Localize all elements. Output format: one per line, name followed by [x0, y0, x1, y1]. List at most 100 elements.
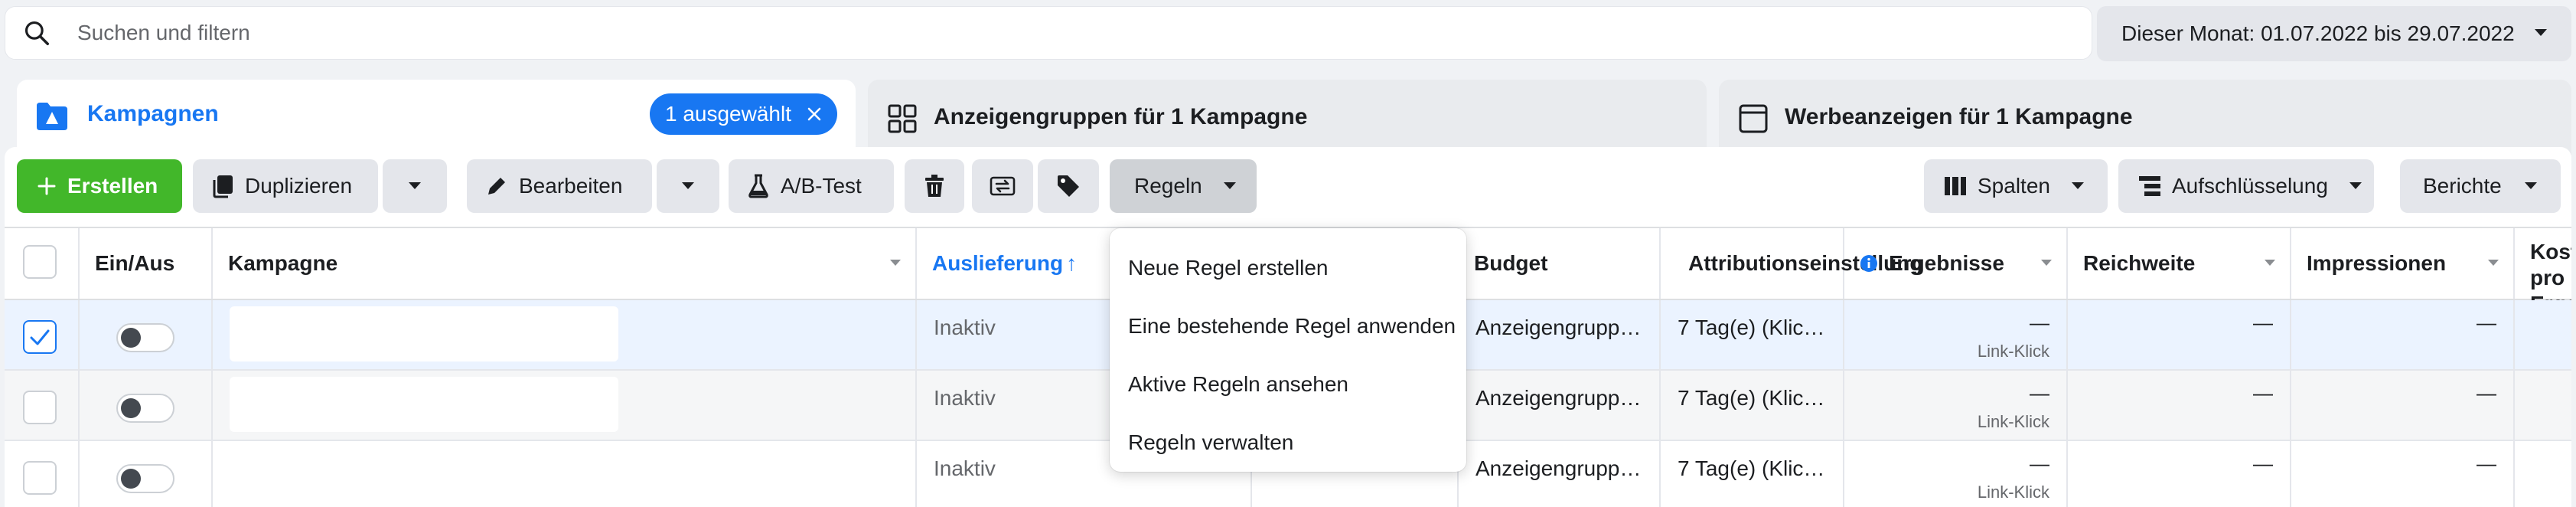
pencil-icon	[485, 175, 508, 198]
duplicate-label: Duplizieren	[245, 174, 353, 198]
edit-button[interactable]: Bearbeiten	[467, 159, 652, 213]
close-icon[interactable]	[805, 105, 823, 123]
breakdown-button[interactable]: Aufschlüsselung	[2118, 159, 2374, 213]
toggle-knob	[121, 398, 141, 418]
campaign-name[interactable]	[230, 377, 618, 432]
chevron-down-icon	[2348, 181, 2363, 191]
header-reach[interactable]: Reichweite	[2068, 228, 2291, 299]
search-input[interactable]	[77, 21, 1991, 45]
tab-campaigns[interactable]: Kampagnen 1 ausgewählt	[17, 80, 856, 155]
header-budget-label: Budget	[1474, 251, 1548, 275]
menu-item-manage-rules[interactable]: Regeln verwalten	[1110, 414, 1466, 472]
row-checkbox[interactable]	[23, 391, 57, 424]
search-bar[interactable]	[5, 6, 2092, 60]
row-impressions-cell: —	[2291, 441, 2515, 507]
row-campaign-cell[interactable]	[213, 371, 917, 440]
tag-icon	[1056, 174, 1081, 198]
row-budget: Anzeigengrupp…	[1459, 441, 1661, 507]
row-results-cell: — Link-Klick	[1844, 371, 2068, 440]
columns-icon	[1944, 176, 1967, 196]
header-impressions-label: Impressionen	[2307, 251, 2447, 275]
chevron-down-icon	[1222, 181, 1237, 191]
ab-test-button[interactable]: A/B-Test	[729, 159, 894, 213]
toggle-knob	[121, 469, 141, 489]
tab-adsets-label: Anzeigengruppen für 1 Kampagne	[934, 104, 1308, 129]
sort-icon[interactable]	[889, 259, 902, 267]
create-button[interactable]: Erstellen	[17, 159, 182, 213]
row-reach-cell: —	[2068, 300, 2291, 369]
toggle-knob	[121, 328, 141, 348]
row-campaign-cell[interactable]	[213, 441, 917, 507]
delete-button[interactable]	[905, 159, 964, 213]
export-icon	[990, 175, 1016, 198]
check-icon	[30, 329, 50, 345]
chevron-down-icon	[2533, 28, 2548, 38]
tab-adsets[interactable]: Anzeigengruppen für 1 Kampagne	[868, 80, 1707, 155]
reports-label: Berichte	[2423, 174, 2502, 198]
chevron-down-icon	[2070, 181, 2085, 191]
columns-button[interactable]: Spalten	[1924, 159, 2108, 213]
row-reach: —	[2253, 311, 2273, 334]
row-onoff-cell	[80, 371, 213, 440]
row-reach: —	[2253, 381, 2273, 404]
date-range-button[interactable]: Dieser Monat: 01.07.2022 bis 29.07.2022	[2097, 6, 2571, 61]
header-campaign[interactable]: Kampagne	[213, 228, 917, 299]
rules-menu: Neue Regel erstellen Eine bestehende Reg…	[1110, 228, 1466, 472]
trash-icon	[924, 174, 945, 198]
select-all-checkbox[interactable]	[23, 245, 57, 279]
duplicate-dropdown-button[interactable]	[383, 159, 447, 213]
header-select-all[interactable]	[5, 228, 80, 299]
header-impressions[interactable]: Impressionen	[2291, 228, 2515, 299]
row-checkbox[interactable]	[23, 320, 57, 354]
breakdown-label: Aufschlüsselung	[2172, 174, 2328, 198]
ab-test-label: A/B-Test	[781, 174, 862, 198]
info-icon[interactable]	[1860, 254, 1878, 273]
chevron-down-icon	[2523, 181, 2539, 191]
row-reach: —	[2253, 452, 2273, 475]
toolbar: Erstellen Duplizieren Bearbeiten A/B-Tes…	[5, 147, 2571, 227]
row-attribution: 7 Tag(e) (Klic…	[1661, 300, 1844, 369]
plus-icon	[37, 176, 57, 196]
row-results-sub: Link-Klick	[1977, 412, 2049, 431]
ad-window-icon	[1739, 104, 1768, 133]
header-onoff[interactable]: Ein/Aus	[80, 228, 213, 299]
menu-item-view-active-rules[interactable]: Aktive Regeln ansehen	[1110, 355, 1466, 414]
row-checkbox[interactable]	[23, 461, 57, 495]
header-delivery-label: Auslieferung	[932, 251, 1064, 275]
sort-icon[interactable]	[2040, 259, 2053, 267]
header-results-label: Ergebnisse	[1889, 251, 2004, 275]
campaign-name[interactable]	[230, 306, 618, 361]
onoff-toggle[interactable]	[116, 464, 174, 493]
row-select-cell	[5, 371, 80, 440]
campaign-name[interactable]	[230, 447, 618, 502]
row-onoff-cell	[80, 441, 213, 507]
header-budget[interactable]: Budget	[1459, 228, 1661, 299]
menu-item-apply-rule[interactable]: Eine bestehende Regel anwenden	[1110, 297, 1466, 355]
row-campaign-cell[interactable]	[213, 300, 917, 369]
sort-icon[interactable]	[2264, 259, 2276, 267]
tab-ads-label: Werbeanzeigen für 1 Kampagne	[1785, 104, 2133, 129]
export-button[interactable]	[972, 159, 1033, 213]
tab-ads[interactable]: Werbeanzeigen für 1 Kampagne	[1719, 80, 2571, 155]
header-cost[interactable]: Kosten pro Ergebnis	[2515, 228, 2571, 316]
row-budget: Anzeigengrupp…	[1459, 300, 1661, 369]
sort-icon[interactable]	[2487, 259, 2499, 267]
selected-badge[interactable]: 1 ausgewählt	[649, 93, 837, 135]
reports-button[interactable]: Berichte	[2400, 159, 2561, 213]
row-results-sub: Link-Klick	[1977, 342, 2049, 361]
row-cost-cell	[2515, 371, 2571, 440]
header-attribution[interactable]: Attributionseinstellung	[1661, 228, 1922, 299]
row-impressions: —	[2477, 381, 2496, 404]
header-results[interactable]: Ergebnisse	[1844, 228, 2068, 299]
menu-item-create-rule[interactable]: Neue Regel erstellen	[1110, 239, 1466, 297]
duplicate-button[interactable]: Duplizieren	[193, 159, 378, 213]
header-reach-label: Reichweite	[2083, 251, 2196, 275]
onoff-toggle[interactable]	[116, 394, 174, 423]
onoff-toggle[interactable]	[116, 323, 174, 352]
row-impressions: —	[2477, 311, 2496, 334]
tag-button[interactable]	[1038, 159, 1099, 213]
rules-button[interactable]: Regeln	[1110, 159, 1257, 213]
edit-dropdown-button[interactable]	[657, 159, 719, 213]
flask-icon	[747, 174, 770, 198]
breakdown-icon	[2138, 175, 2161, 197]
